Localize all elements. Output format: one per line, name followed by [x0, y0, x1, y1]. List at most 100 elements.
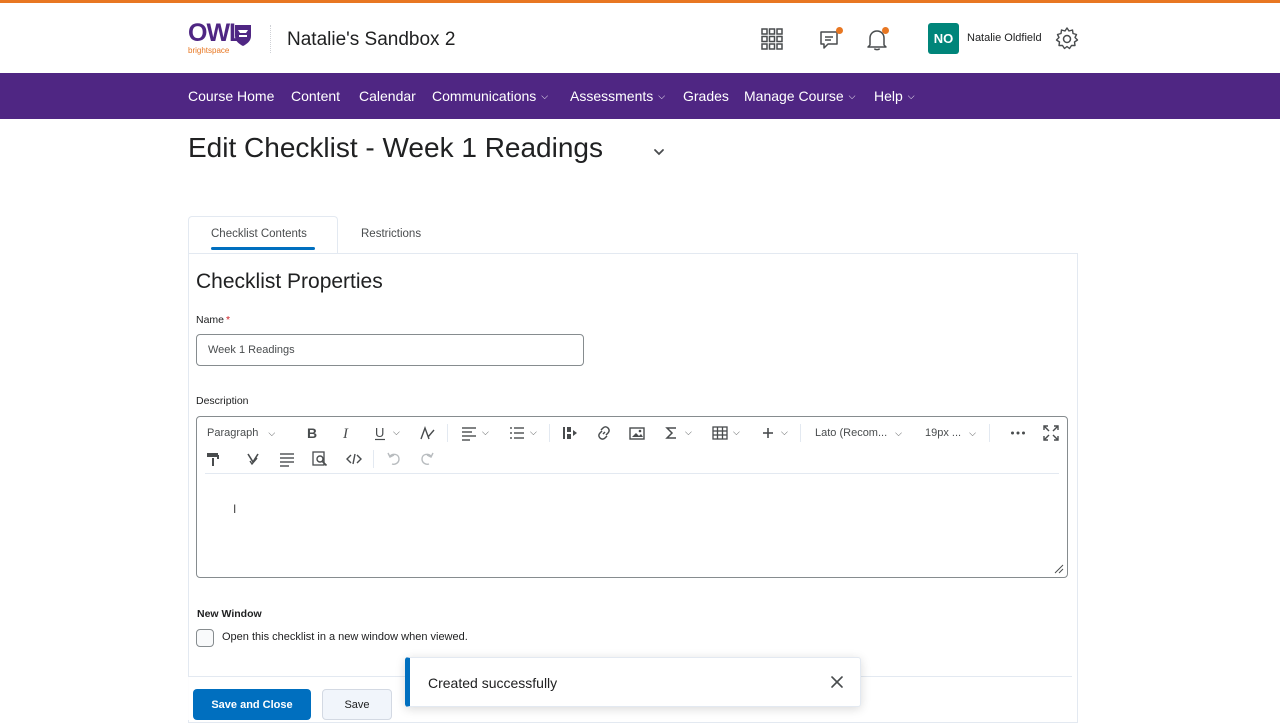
nav-label: Content	[291, 88, 341, 104]
nav-label: Manage Course	[744, 88, 844, 104]
toast-message: Created successfully	[428, 675, 558, 691]
user-name[interactable]: Natalie Oldfield	[967, 32, 1042, 44]
chevron-down-icon: ⌵	[895, 428, 902, 438]
chevron-down-icon: ⌵	[969, 428, 976, 438]
table-icon[interactable]	[712, 425, 728, 441]
bell-icon[interactable]	[863, 25, 891, 53]
nav-label: Help	[874, 88, 903, 104]
required-asterisk: *	[226, 314, 231, 326]
chevron-down-icon[interactable]: ⌵	[685, 427, 692, 438]
chevron-down-icon: ⌵	[658, 91, 666, 101]
toolbar-divider	[447, 424, 448, 442]
nav-assessments[interactable]: Assessments ⌵	[570, 88, 665, 104]
preview-icon[interactable]	[312, 451, 328, 467]
header: OWL brightspace Natalie's Sandbox 2 NO N…	[0, 3, 1280, 73]
nav-grades[interactable]: Grades	[683, 88, 729, 104]
svg-text:I: I	[342, 426, 349, 441]
fullscreen-icon[interactable]	[1043, 425, 1059, 441]
equation-icon[interactable]	[664, 425, 680, 441]
font-size-select[interactable]: 19px ... ⌵	[925, 427, 976, 439]
chevron-down-icon: ⌵	[907, 91, 915, 101]
section-title: Checklist Properties	[196, 270, 383, 293]
bold-icon[interactable]: B	[304, 425, 320, 441]
tab-list: Checklist Contents Restrictions	[188, 216, 1078, 254]
block-format-select[interactable]: Paragraph ⌵	[207, 427, 275, 439]
svg-text:B: B	[307, 425, 317, 441]
new-window-checkbox-label[interactable]: Open this checklist in a new window when…	[222, 631, 468, 643]
link-icon[interactable]	[596, 425, 612, 441]
nav-manage-course[interactable]: Manage Course ⌵	[744, 88, 855, 104]
align-icon[interactable]	[461, 425, 477, 441]
image-icon[interactable]	[629, 425, 645, 441]
chevron-down-icon[interactable]	[652, 145, 666, 159]
toolbar-divider	[989, 424, 990, 442]
course-navbar: Course Home Content Calendar Communicati…	[0, 73, 1280, 119]
description-label: Description	[196, 395, 249, 407]
tab-checklist-contents[interactable]: Checklist Contents	[211, 228, 307, 240]
resize-handle-icon[interactable]	[1054, 564, 1064, 574]
name-field[interactable]	[196, 334, 584, 366]
text-cursor-icon: I	[233, 502, 237, 516]
toast-notification: Created successfully	[405, 657, 861, 707]
font-family-select[interactable]: Lato (Recom... ⌵	[815, 427, 902, 439]
logo-subtext: brightspace	[188, 46, 230, 55]
chevron-down-icon[interactable]: ⌵	[393, 427, 400, 438]
nav-label: Grades	[683, 88, 729, 104]
avatar[interactable]: NO	[928, 23, 959, 54]
nav-calendar[interactable]: Calendar	[359, 88, 416, 104]
toolbar-divider-line	[205, 473, 1059, 474]
notification-dot	[882, 27, 889, 34]
header-divider	[270, 25, 271, 53]
accessibility-check-icon[interactable]	[245, 451, 261, 467]
nav-label: Calendar	[359, 88, 416, 104]
chevron-down-icon: ⌵	[541, 91, 549, 101]
nav-content[interactable]: Content	[291, 88, 340, 104]
plus-icon[interactable]	[760, 425, 776, 441]
toolbar-divider	[800, 424, 801, 442]
text-color-icon[interactable]	[419, 425, 435, 441]
nav-help[interactable]: Help ⌵	[874, 88, 915, 104]
chevron-down-icon[interactable]: ⌵	[781, 427, 788, 438]
font-size-value: 19px ...	[925, 427, 962, 439]
new-window-checkbox[interactable]	[196, 629, 214, 647]
course-title[interactable]: Natalie's Sandbox 2	[287, 29, 455, 51]
insert-stuff-icon[interactable]	[562, 425, 578, 441]
nav-label: Course Home	[188, 88, 275, 104]
message-alerts-icon[interactable]	[817, 25, 845, 53]
description-editor[interactable]: Paragraph ⌵ B I U ⌵ ⌵ ⌵ ⌵ ⌵ ⌵ Lato (Recom…	[196, 416, 1068, 578]
apps-grid-icon[interactable]	[758, 25, 786, 53]
toolbar-divider	[373, 450, 374, 468]
tab-restrictions[interactable]: Restrictions	[361, 228, 421, 240]
owl-brightspace-logo[interactable]: OWL brightspace	[188, 21, 258, 57]
format-painter-icon[interactable]	[205, 451, 221, 467]
shield-icon	[235, 25, 251, 46]
chevron-down-icon: ⌵	[848, 91, 856, 101]
more-options-icon[interactable]	[1010, 425, 1026, 441]
nav-label: Assessments	[570, 88, 654, 104]
italic-icon[interactable]: I	[338, 425, 354, 442]
nav-course-home[interactable]: Course Home	[188, 88, 274, 104]
redo-icon[interactable]	[419, 451, 435, 467]
undo-icon[interactable]	[386, 451, 402, 467]
active-tab-indicator	[211, 247, 315, 250]
page-title: Edit Checklist - Week 1 Readings	[188, 132, 603, 163]
gear-icon[interactable]	[1053, 25, 1081, 53]
source-code-icon[interactable]	[346, 451, 362, 467]
chevron-down-icon: ⌵	[268, 428, 276, 438]
chevron-down-icon[interactable]: ⌵	[530, 427, 537, 438]
nav-communications[interactable]: Communications ⌵	[432, 88, 548, 104]
underline-icon[interactable]: U	[372, 425, 388, 441]
save-and-close-button[interactable]: Save and Close	[193, 689, 311, 720]
word-count-icon[interactable]	[279, 451, 295, 467]
notification-dot	[836, 27, 843, 34]
chevron-down-icon[interactable]: ⌵	[733, 427, 740, 438]
nav-label: Communications	[432, 88, 537, 104]
close-icon[interactable]	[830, 675, 844, 689]
svg-text:U: U	[375, 425, 384, 440]
toolbar-divider	[549, 424, 550, 442]
name-label: Name *	[196, 314, 230, 326]
font-family-value: Lato (Recom...	[815, 427, 888, 439]
save-button[interactable]: Save	[322, 689, 392, 720]
list-icon[interactable]	[509, 425, 525, 441]
chevron-down-icon[interactable]: ⌵	[482, 427, 489, 438]
